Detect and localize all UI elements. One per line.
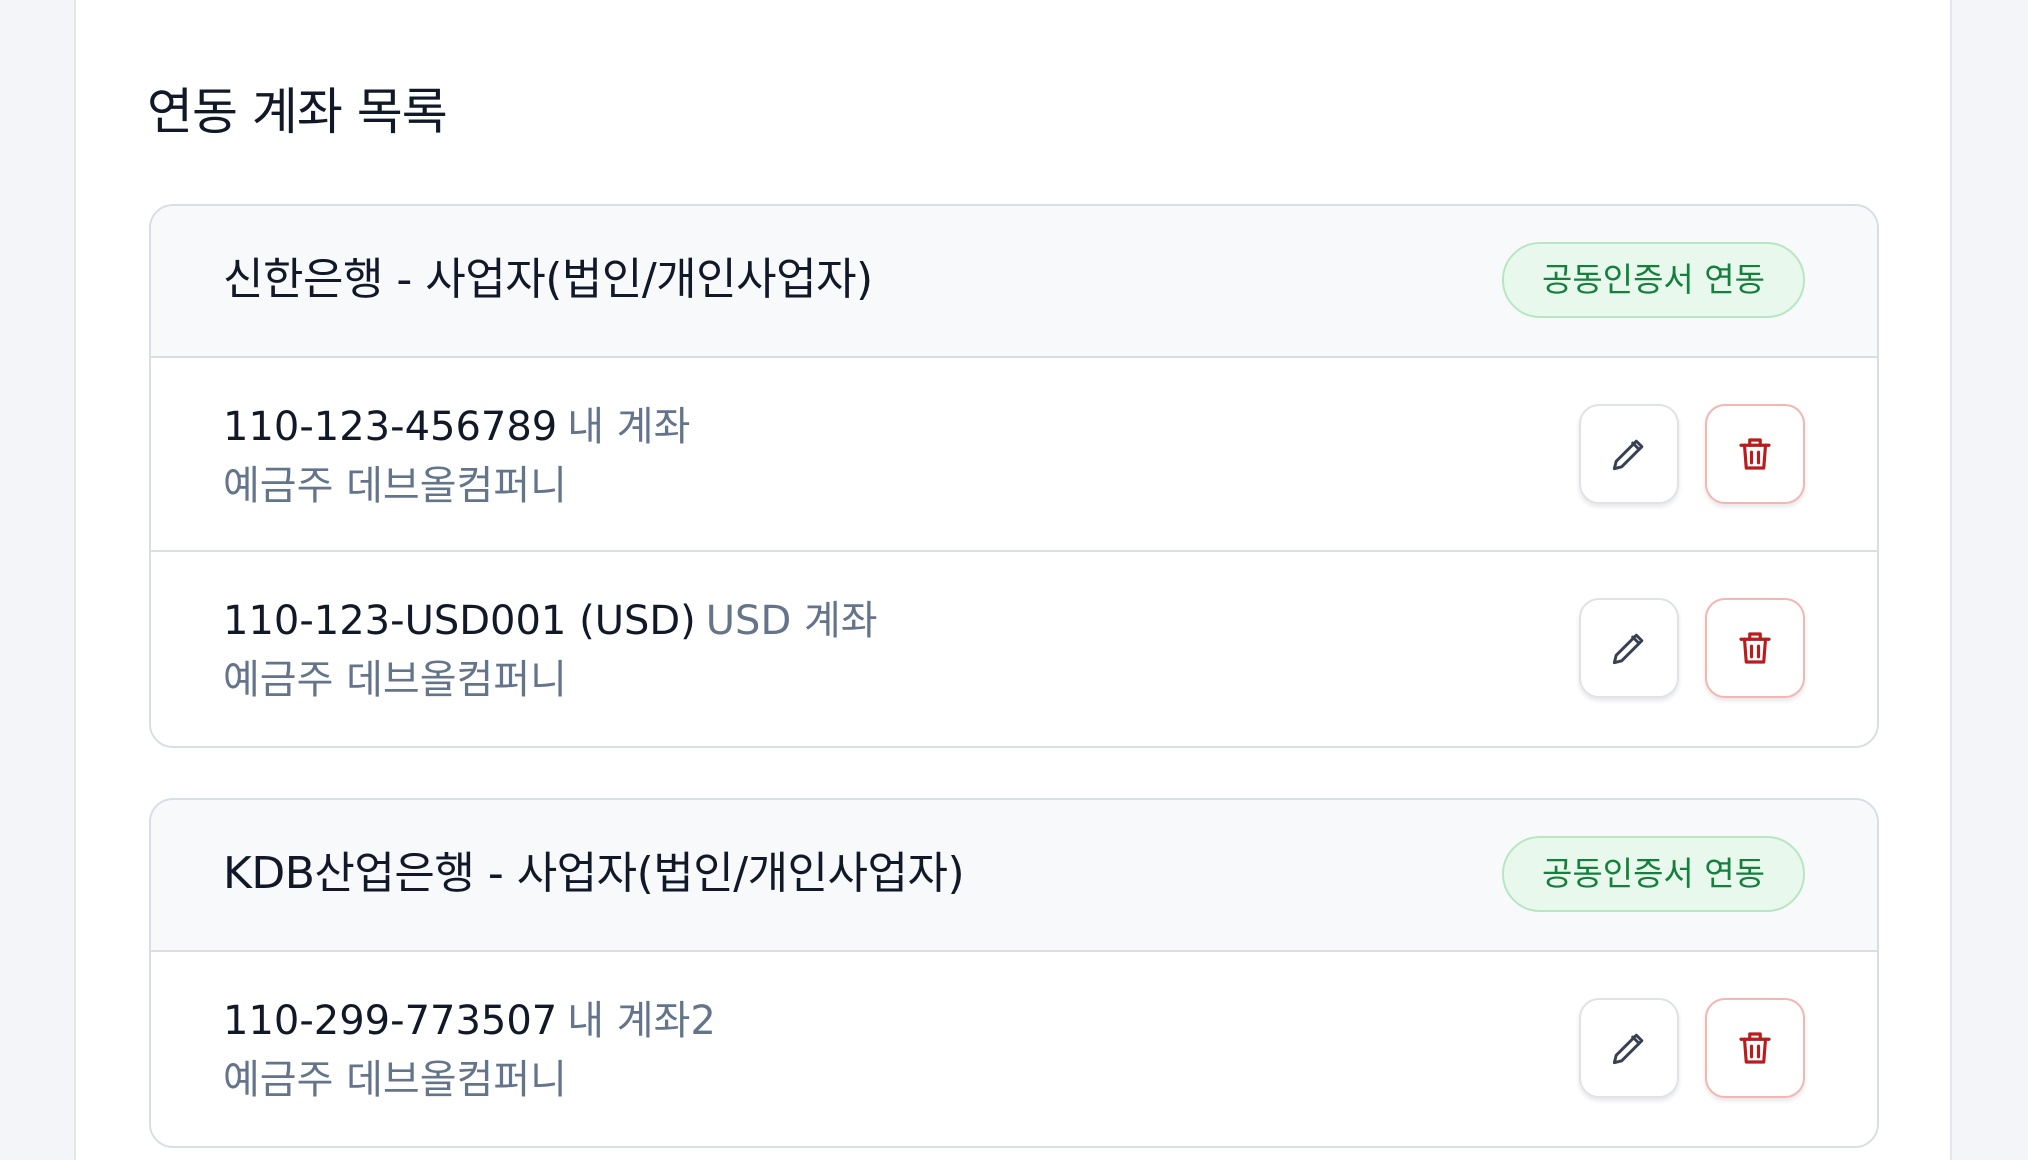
delete-account-button[interactable] (1705, 598, 1805, 698)
bank-header: KDB산업은행 - 사업자(법인/개인사업자) 공동인증서 연동 (151, 800, 1877, 952)
certificate-link-badge: 공동인증서 연동 (1501, 836, 1805, 912)
pencil-icon (1612, 439, 1644, 471)
account-number: 110-123-456789 (223, 404, 558, 450)
pencil-icon (1612, 633, 1644, 665)
account-alias: 내 계좌2 (567, 998, 716, 1044)
account-row: 110-299-773507 내 계좌2 예금주 데브올컴퍼니 (151, 952, 1877, 1146)
account-number: 110-299-773507 (223, 998, 558, 1044)
account-line: 110-299-773507 내 계좌2 (223, 996, 716, 1046)
edit-account-button[interactable] (1579, 404, 1679, 504)
bank-header: 신한은행 - 사업자(법인/개인사업자) 공동인증서 연동 (151, 206, 1877, 358)
delete-account-button[interactable] (1705, 998, 1805, 1098)
bank-card-kdb: KDB산업은행 - 사업자(법인/개인사업자) 공동인증서 연동 110-299… (149, 798, 1879, 1148)
account-alias: USD 계좌 (705, 598, 878, 644)
account-holder: 예금주 데브올컴퍼니 (223, 1057, 567, 1103)
edit-account-button[interactable] (1579, 998, 1679, 1098)
account-row: 110-123-456789 내 계좌 예금주 데브올컴퍼니 (151, 358, 1877, 552)
account-line: 110-123-456789 내 계좌 (223, 402, 690, 452)
trash-icon (1739, 632, 1771, 664)
bank-card-shinhan: 신한은행 - 사업자(법인/개인사업자) 공동인증서 연동 110-123-45… (149, 204, 1879, 748)
bank-name: KDB산업은행 - 사업자(법인/개인사업자) (223, 848, 965, 899)
account-holder: 예금주 데브올컴퍼니 (223, 463, 567, 509)
edit-account-button[interactable] (1579, 598, 1679, 698)
trash-icon (1739, 438, 1771, 470)
section-title: 연동 계좌 목록 (147, 83, 448, 141)
pencil-icon (1612, 1033, 1644, 1065)
account-number: 110-123-USD001 (USD) (223, 598, 696, 644)
delete-account-button[interactable] (1705, 404, 1805, 504)
account-line: 110-123-USD001 (USD) USD 계좌 (223, 596, 878, 646)
certificate-link-badge: 공동인증서 연동 (1501, 242, 1805, 318)
trash-icon (1739, 1032, 1771, 1064)
account-holder: 예금주 데브올컴퍼니 (223, 657, 567, 703)
account-row: 110-123-USD001 (USD) USD 계좌 예금주 데브올컴퍼니 (151, 552, 1877, 746)
account-alias: 내 계좌 (567, 404, 691, 450)
bank-name: 신한은행 - 사업자(법인/개인사업자) (223, 254, 873, 305)
